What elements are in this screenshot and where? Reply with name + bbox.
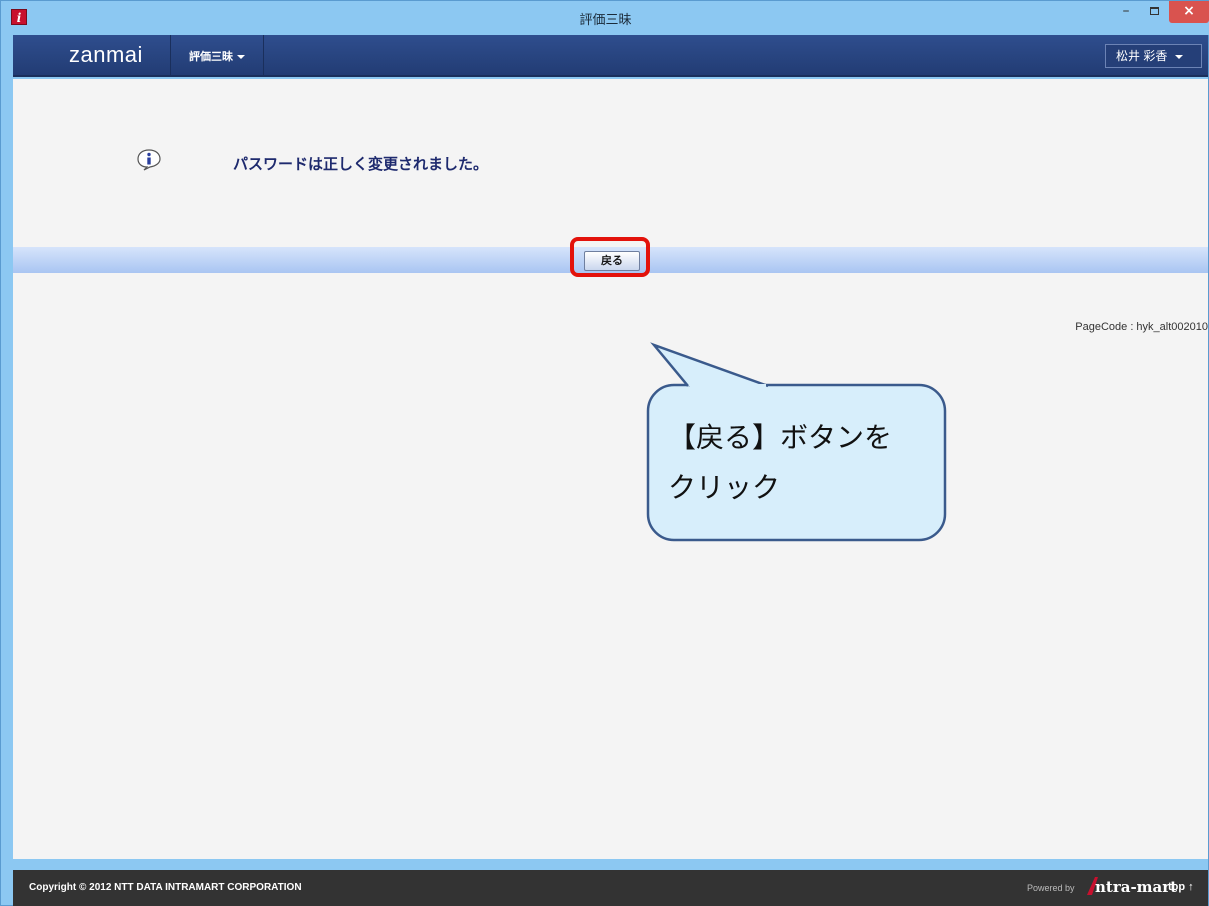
main-content: パスワードは正しく変更されました。 戻る PageCode : hyk_alt0… [13, 79, 1208, 859]
title-bar[interactable]: i 評価三昧 – × [1, 1, 1209, 35]
intra-mart-logo-text: ntra-mart [1095, 878, 1178, 896]
nav-divider [170, 35, 171, 75]
minimize-button[interactable]: – [1113, 1, 1139, 23]
brand-logo[interactable]: zanmai [69, 42, 143, 68]
app-window: i 評価三昧 – × zanmai 評価三昧 松井 彩香 パスワードは正しく変更… [0, 0, 1209, 906]
maximize-button[interactable] [1141, 1, 1167, 23]
copyright-text: Copyright © 2012 NTT DATA INTRAMART CORP… [29, 882, 302, 893]
callout-text: 【戻る】ボタンを クリック [668, 413, 892, 513]
user-name: 松井 彩香 [1116, 49, 1168, 63]
maximize-icon [1149, 7, 1159, 15]
user-menu-button[interactable]: 松井 彩香 [1105, 44, 1202, 68]
callout-line-1: 【戻る】ボタンを [668, 421, 893, 454]
close-button[interactable]: × [1169, 1, 1209, 23]
powered-by-text: Powered by [1027, 883, 1075, 893]
chevron-down-icon [237, 55, 245, 60]
nav-menu-label: 評価三昧 [189, 51, 233, 63]
top-link[interactable]: top ↑ [1168, 881, 1194, 893]
success-message: パスワードは正しく変更されました。 [233, 155, 489, 173]
chevron-down-icon [1175, 54, 1184, 59]
info-icon [137, 149, 161, 171]
footer: Copyright © 2012 NTT DATA INTRAMART CORP… [13, 870, 1208, 906]
callout-line-2: クリック [668, 471, 781, 504]
app-navbar: zanmai 評価三昧 松井 彩香 [13, 35, 1208, 77]
window-title: 評価三昧 [579, 13, 632, 28]
page-code: PageCode : hyk_alt002010 [1075, 321, 1208, 333]
highlight-box [570, 237, 650, 277]
nav-divider [263, 35, 264, 75]
nav-menu-hyoka[interactable]: 評価三昧 [189, 48, 245, 64]
